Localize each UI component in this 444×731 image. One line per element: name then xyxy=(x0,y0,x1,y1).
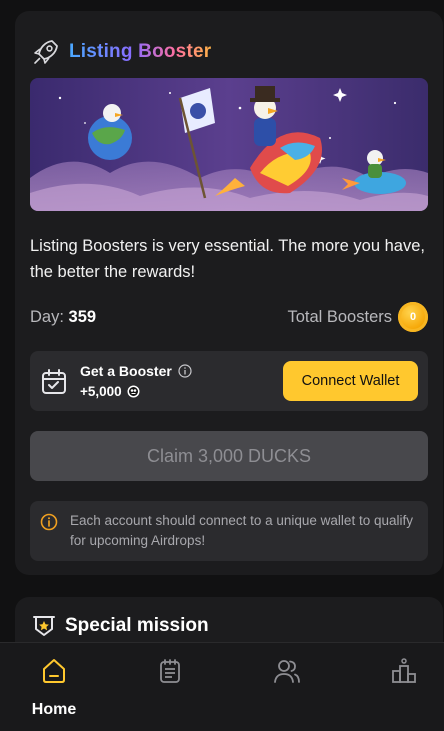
nav-item-home[interactable]: Home xyxy=(24,657,84,719)
booster-reward: +5,000 xyxy=(80,384,122,399)
claim-button[interactable]: Claim 3,000 DUCKS xyxy=(30,431,428,481)
info-icon[interactable] xyxy=(178,364,192,378)
notice-text: Each account should connect to a unique … xyxy=(70,513,413,548)
nav-label-home: Home xyxy=(31,701,77,718)
listing-booster-header: Listing Booster xyxy=(31,37,211,67)
bottom-navigation: Home xyxy=(0,642,444,731)
tasks-icon[interactable] xyxy=(156,657,184,685)
home-icon[interactable] xyxy=(40,657,68,685)
friends-icon[interactable] xyxy=(273,657,301,685)
get-booster-panel: Get a Booster +5,000 Connect Wallet xyxy=(30,351,428,411)
rocket-icon xyxy=(34,40,58,64)
badge-star-icon xyxy=(33,616,55,636)
card-title: Listing Booster xyxy=(69,41,212,62)
booster-reward-row: +5,000 xyxy=(80,384,140,399)
nav-item-leaderboard[interactable] xyxy=(374,657,434,685)
connect-wallet-button[interactable]: Connect Wallet xyxy=(283,361,418,401)
booster-title: Get a Booster xyxy=(80,363,172,379)
listing-banner-image xyxy=(30,78,428,211)
listing-description: Listing Boosters is very essential. The … xyxy=(30,237,425,281)
special-mission-title: Special mission xyxy=(65,615,209,636)
calendar-check-icon xyxy=(42,369,66,394)
day-label: Day: xyxy=(30,307,64,326)
total-boosters-value: 0 xyxy=(409,311,417,323)
booster-coin-icon: 0 xyxy=(398,302,428,332)
nav-item-friends[interactable] xyxy=(257,657,317,685)
wallet-notice: Each account should connect to a unique … xyxy=(30,501,428,561)
special-mission-header: Special mission xyxy=(31,613,209,639)
listing-booster-card: Listing Booster Listing Boosters is very… xyxy=(15,11,443,575)
nav-item-tasks[interactable] xyxy=(140,657,200,685)
info-icon xyxy=(40,513,58,531)
stats-row: Day: 359 Total Boosters 0 xyxy=(30,302,428,332)
total-boosters-label: Total Boosters xyxy=(287,307,392,326)
day-counter: Day: 359 xyxy=(30,308,96,327)
total-boosters: Total Boosters 0 xyxy=(287,302,428,332)
leaderboard-icon[interactable] xyxy=(390,657,418,685)
booster-title-row: Get a Booster xyxy=(80,363,192,379)
day-value: 359 xyxy=(68,307,97,326)
duck-token-icon xyxy=(127,385,140,398)
